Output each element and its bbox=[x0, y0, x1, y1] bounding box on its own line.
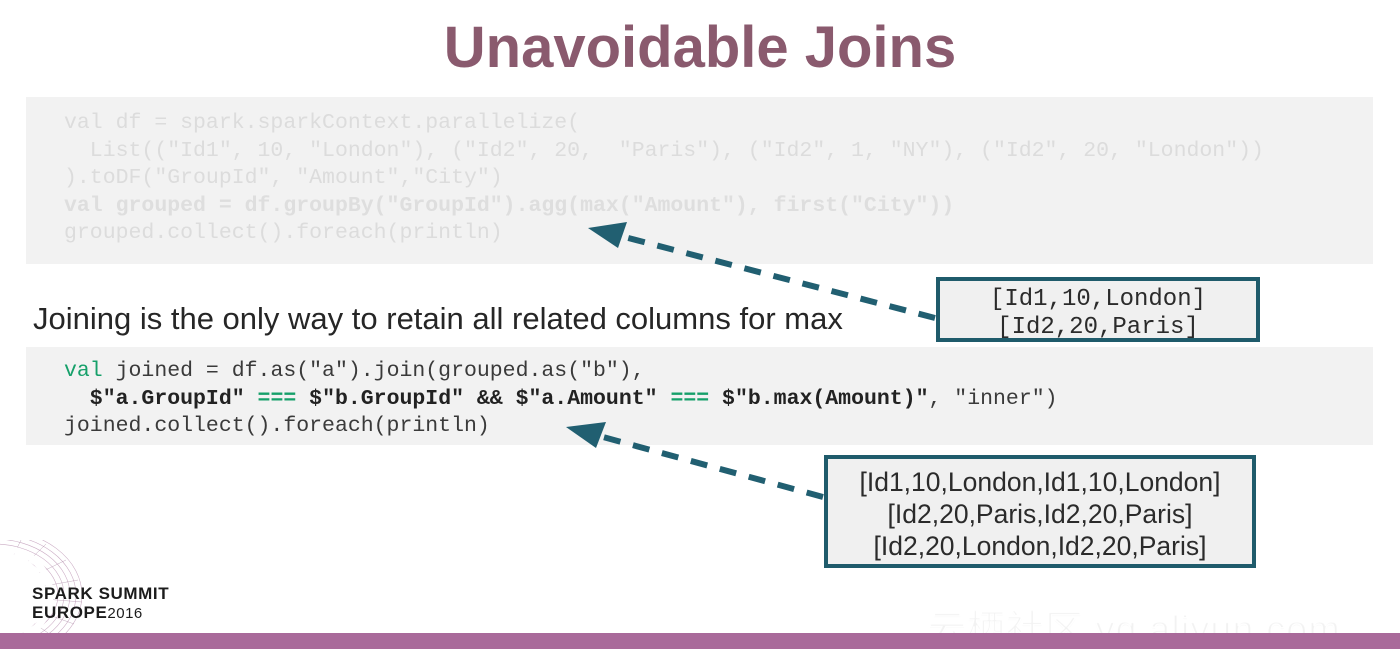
callout-joined-output: [Id1,10,London,Id1,10,London] [Id2,20,Pa… bbox=[824, 455, 1256, 568]
callout-line: [Id1,10,London,Id1,10,London] bbox=[859, 467, 1221, 497]
logo-line-spark-summit: SPARK SUMMIT bbox=[32, 584, 170, 603]
footer-accent-bar bbox=[0, 633, 1400, 649]
spark-summit-logo-text: SPARK SUMMIT EUROPE2016 bbox=[32, 584, 169, 623]
logo-line-europe: EUROPE2016 bbox=[32, 603, 169, 623]
code-line: grouped.collect().foreach(println) bbox=[64, 221, 503, 245]
code-line-highlighted: val grouped = df.groupBy("GroupId").agg(… bbox=[64, 193, 955, 218]
code-operator: === bbox=[670, 386, 710, 411]
explanation-text: Joining is the only way to retain all re… bbox=[33, 301, 843, 336]
code-operator: === bbox=[257, 386, 297, 411]
code-fragment: $"b.max(Amount)" bbox=[709, 386, 929, 411]
code-fragment: $"b.GroupId" && $"a.Amount" bbox=[296, 386, 671, 411]
callout-grouped-output: [Id1,10,London] [Id2,20,Paris] bbox=[936, 277, 1260, 342]
code-block-groupby: val df = spark.sparkContext.parallelize(… bbox=[26, 97, 1373, 264]
logo-europe-word: EUROPE bbox=[32, 603, 108, 622]
code-line-rest: joined = df.as("a").join(grouped.as("b")… bbox=[102, 359, 645, 383]
slide-canvas: Unavoidable Joins val df = spark.sparkCo… bbox=[0, 0, 1400, 649]
callout-line: [Id2,20,London,Id2,20,Paris] bbox=[873, 531, 1207, 561]
code-keyword-val: val bbox=[64, 359, 103, 383]
code-line: joined.collect().foreach(println) bbox=[64, 414, 490, 438]
code-block-join: val joined = df.as("a").join(grouped.as(… bbox=[26, 347, 1373, 445]
page-title: Unavoidable Joins bbox=[443, 15, 957, 80]
code-line: List(("Id1", 10, "London"), ("Id2", 20, … bbox=[64, 138, 1264, 163]
code-line: ).toDF("GroupId", "Amount","City") bbox=[64, 166, 503, 190]
logo-year: 2016 bbox=[107, 605, 143, 622]
code-fragment: , "inner") bbox=[928, 386, 1058, 411]
callout-line: [Id2,20,Paris,Id2,20,Paris] bbox=[887, 499, 1193, 529]
callout-line: [Id1,10,London] bbox=[989, 286, 1207, 313]
callout-line: [Id2,20,Paris] bbox=[997, 314, 1199, 341]
code-line: val df = spark.sparkContext.parallelize( bbox=[64, 111, 581, 135]
code-fragment: $"a.GroupId" bbox=[64, 386, 258, 411]
